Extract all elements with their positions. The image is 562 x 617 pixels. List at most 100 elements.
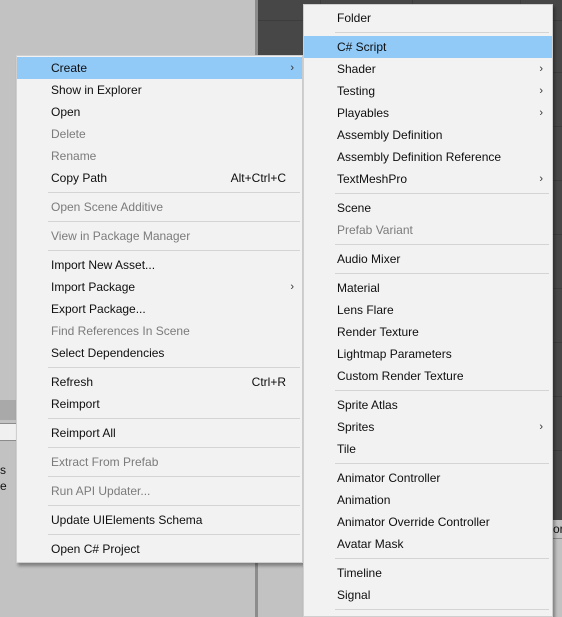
menu-item-animator-override-controller[interactable]: Animator Override Controller xyxy=(304,511,552,533)
menu-item-assembly-definition-reference[interactable]: Assembly Definition Reference xyxy=(304,146,552,168)
menu-item-view-in-package-manager: View in Package Manager xyxy=(17,225,302,247)
create-submenu: Folder C# Script Shader › Testing › Playables ›… xyxy=(303,4,553,617)
menu-item-lightmap-parameters[interactable]: Lightmap Parameters xyxy=(304,343,552,365)
chevron-right-icon: › xyxy=(539,107,543,119)
menu-item-open-c-project[interactable]: Open C# Project xyxy=(17,538,302,560)
menu-item-shortcut: Ctrl+R xyxy=(251,375,286,389)
menu-item-label: Tile xyxy=(337,442,356,456)
menu-item-sprites[interactable]: Sprites › xyxy=(304,416,552,438)
menu-item-label: Testing xyxy=(337,84,376,98)
menu-item-shortcut: Alt+Ctrl+C xyxy=(230,171,286,185)
menu-item-import-new-asset[interactable]: Import New Asset... xyxy=(17,254,302,276)
chevron-right-icon: › xyxy=(290,62,294,74)
menu-item-rename: Rename xyxy=(17,145,302,167)
menu-item-refresh[interactable]: Refresh Ctrl+R xyxy=(17,371,302,393)
menu-separator xyxy=(17,364,302,371)
menu-item-find-references-in-scene: Find References In Scene xyxy=(17,320,302,342)
menu-item-textmeshpro[interactable]: TextMeshPro › xyxy=(304,168,552,190)
menu-item-label: Rename xyxy=(51,149,97,163)
menu-item-scene[interactable]: Scene xyxy=(304,197,552,219)
menu-separator xyxy=(17,247,302,254)
menu-item-c-script[interactable]: C# Script xyxy=(304,36,552,58)
menu-item-label: Extract From Prefab xyxy=(51,455,159,469)
menu-item-label: Open Scene Additive xyxy=(51,200,164,214)
chevron-right-icon: › xyxy=(539,85,543,97)
menu-item-folder[interactable]: Folder xyxy=(304,7,552,29)
menu-item-custom-render-texture[interactable]: Custom Render Texture xyxy=(304,365,552,387)
chevron-right-icon: › xyxy=(539,173,543,185)
menu-item-label: Timeline xyxy=(337,566,382,580)
menu-separator xyxy=(304,606,552,613)
menu-item-avatar-mask[interactable]: Avatar Mask xyxy=(304,533,552,555)
menu-item-animator-controller[interactable]: Animator Controller xyxy=(304,467,552,489)
menu-item-render-texture[interactable]: Render Texture xyxy=(304,321,552,343)
menu-item-extract-from-prefab: Extract From Prefab xyxy=(17,451,302,473)
menu-item-label: Reimport All xyxy=(51,426,116,440)
menu-item-prefab-variant: Prefab Variant xyxy=(304,219,552,241)
menu-item-update-uielements-schema[interactable]: Update UIElements Schema xyxy=(17,509,302,531)
menu-separator xyxy=(17,218,302,225)
menu-item-testing[interactable]: Testing › xyxy=(304,80,552,102)
menu-item-create[interactable]: Create › xyxy=(17,57,302,79)
menu-item-label: Shader xyxy=(337,62,376,76)
menu-item-signal[interactable]: Signal xyxy=(304,584,552,606)
chevron-right-icon: › xyxy=(539,421,543,433)
menu-item-reimport-all[interactable]: Reimport All xyxy=(17,422,302,444)
menu-item-label: Reimport xyxy=(51,397,100,411)
chevron-right-icon: › xyxy=(290,281,294,293)
menu-item-label: Open xyxy=(51,105,81,119)
menu-item-label: Animator Override Controller xyxy=(337,515,490,529)
menu-item-label: Custom Render Texture xyxy=(337,369,464,383)
search-field-fragment[interactable] xyxy=(0,423,16,441)
menu-item-label: Avatar Mask xyxy=(337,537,404,551)
menu-separator xyxy=(304,460,552,467)
menu-item-label: Update UIElements Schema xyxy=(51,513,203,527)
menu-separator xyxy=(17,415,302,422)
menu-item-label: Refresh xyxy=(51,375,94,389)
menu-separator xyxy=(304,190,552,197)
menu-item-label: Scene xyxy=(337,201,372,215)
menu-item-label: C# Script xyxy=(337,40,387,54)
menu-item-open-scene-additive: Open Scene Additive xyxy=(17,196,302,218)
menu-item-copy-path[interactable]: Copy Path Alt+Ctrl+C xyxy=(17,167,302,189)
menu-separator xyxy=(17,531,302,538)
menu-separator xyxy=(304,387,552,394)
menu-item-reimport[interactable]: Reimport xyxy=(17,393,302,415)
menu-item-timeline[interactable]: Timeline xyxy=(304,562,552,584)
menu-item-assembly-definition[interactable]: Assembly Definition xyxy=(304,124,552,146)
menu-item-label: Animator Controller xyxy=(337,471,441,485)
menu-item-run-api-updater: Run API Updater... xyxy=(17,480,302,502)
menu-item-shader[interactable]: Shader › xyxy=(304,58,552,80)
menu-item-label: TextMeshPro xyxy=(337,172,408,186)
menu-item-material[interactable]: Material xyxy=(304,277,552,299)
menu-item-label: Delete xyxy=(51,127,86,141)
menu-item-select-dependencies[interactable]: Select Dependencies xyxy=(17,342,302,364)
menu-item-open[interactable]: Open xyxy=(17,101,302,123)
menu-item-delete: Delete xyxy=(17,123,302,145)
menu-item-import-package[interactable]: Import Package › xyxy=(17,276,302,298)
menu-item-label: View in Package Manager xyxy=(51,229,191,243)
menu-item-label: Render Texture xyxy=(337,325,419,339)
menu-item-label: Import New Asset... xyxy=(51,258,156,272)
menu-separator xyxy=(304,29,552,36)
menu-item-lens-flare[interactable]: Lens Flare xyxy=(304,299,552,321)
menu-item-playables[interactable]: Playables › xyxy=(304,102,552,124)
menu-item-show-in-explorer[interactable]: Show in Explorer xyxy=(17,79,302,101)
menu-item-label: Select Dependencies xyxy=(51,346,165,360)
menu-item-label: Folder xyxy=(337,11,372,25)
menu-item-label: Assembly Definition xyxy=(337,128,443,142)
menu-item-label: Lens Flare xyxy=(337,303,394,317)
background-text-fragment: s xyxy=(0,463,6,477)
menu-item-label: Audio Mixer xyxy=(337,252,401,266)
menu-item-label: Run API Updater... xyxy=(51,484,151,498)
menu-item-label: Prefab Variant xyxy=(337,223,413,237)
menu-item-label: Sprites xyxy=(337,420,375,434)
menu-item-audio-mixer[interactable]: Audio Mixer xyxy=(304,248,552,270)
menu-item-animation[interactable]: Animation xyxy=(304,489,552,511)
context-menu: Create › Show in Explorer Open Delete Rename C… xyxy=(16,55,303,563)
menu-item-export-package[interactable]: Export Package... xyxy=(17,298,302,320)
menu-item-label: Material xyxy=(337,281,380,295)
menu-item-sprite-atlas[interactable]: Sprite Atlas xyxy=(304,394,552,416)
menu-item-label: Copy Path xyxy=(51,171,108,185)
menu-item-tile[interactable]: Tile xyxy=(304,438,552,460)
